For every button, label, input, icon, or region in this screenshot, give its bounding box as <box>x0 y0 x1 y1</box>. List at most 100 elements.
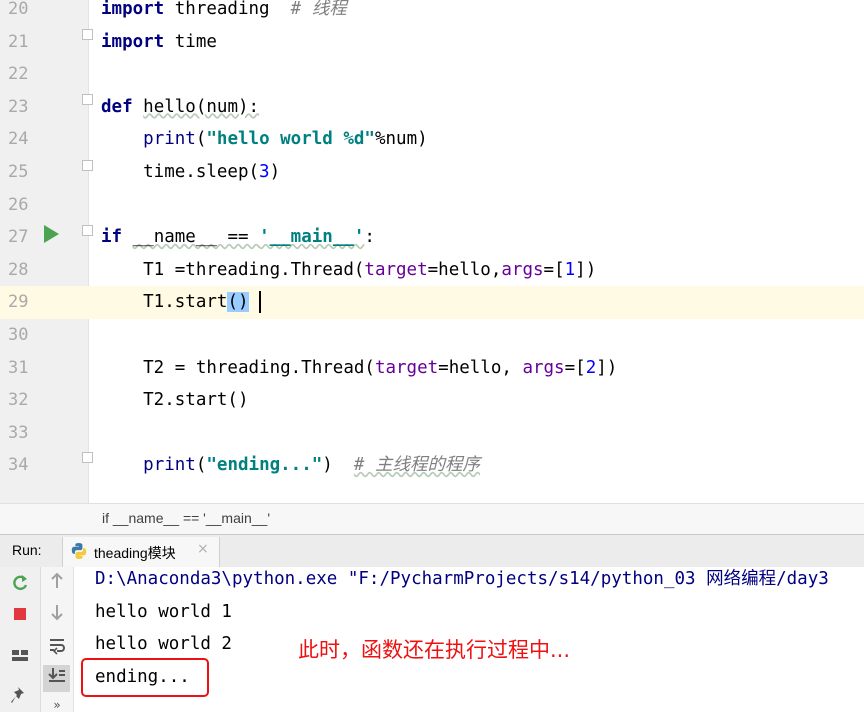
arrow-down-icon[interactable] <box>45 602 69 626</box>
code-token: ) <box>322 455 354 476</box>
code-text[interactable]: print("hello world %d"%num) <box>101 123 428 156</box>
code-line[interactable]: 34 print("ending...") # 主线程的程序 <box>0 449 864 482</box>
line-number: 24 <box>8 129 29 150</box>
code-token: =hello, <box>438 357 523 378</box>
code-token: T2 = threading.Thread( <box>101 357 375 378</box>
code-token: __name__ == <box>132 227 260 248</box>
stop-icon[interactable] <box>8 604 32 628</box>
code-token: ]) <box>575 259 597 280</box>
console-line: hello world 2 <box>95 634 232 655</box>
code-text[interactable]: def hello(num): <box>101 91 259 124</box>
fold-marker-icon[interactable] <box>82 452 93 463</box>
code-token: target <box>374 357 439 378</box>
layout-icon[interactable] <box>8 645 32 669</box>
line-number: 25 <box>8 162 29 182</box>
fold-marker-icon[interactable] <box>82 160 93 171</box>
line-number: 26 <box>8 194 29 215</box>
code-line[interactable]: 23 def hello(num): <box>0 91 864 124</box>
scroll-to-end-icon[interactable] <box>43 665 70 692</box>
code-token: # 线程 <box>290 0 347 19</box>
close-icon[interactable]: × <box>197 541 209 557</box>
arrow-up-icon[interactable] <box>45 571 69 595</box>
code-text[interactable]: T2.start() <box>101 384 249 417</box>
code-text[interactable]: if __name__ == '__main__': <box>101 221 375 254</box>
code-token: =[ <box>543 259 565 280</box>
code-line[interactable]: 33 <box>0 417 864 450</box>
line-number: 32 <box>8 390 29 411</box>
annotation-text: 此时，函数还在执行过程中... <box>298 638 571 662</box>
line-number: 27 <box>8 227 29 248</box>
run-label: Run: <box>12 542 42 558</box>
code-token: threading <box>164 0 291 19</box>
line-number: 20 <box>8 0 29 19</box>
code-line[interactable]: 25 time.sleep(3) <box>0 156 864 189</box>
code-token: # 主线程的程序 <box>353 455 480 476</box>
code-token: =[ <box>564 357 586 378</box>
code-line[interactable]: 29 T1.start() <box>0 286 864 319</box>
more-icon[interactable]: » <box>45 699 69 723</box>
code-line[interactable]: 21 import time <box>0 26 864 59</box>
code-token: T1 =threading.Thread( <box>101 259 365 280</box>
rerun-icon[interactable] <box>8 573 32 597</box>
code-token: def <box>101 96 133 117</box>
fold-marker-icon[interactable] <box>82 94 93 105</box>
code-token: T2.start() <box>101 390 249 411</box>
code-line[interactable]: 20 import threading # 线程 <box>0 0 864 26</box>
line-number: 33 <box>8 422 29 443</box>
breadcrumb-bar: if __name__ == '__main__' <box>0 503 864 534</box>
code-token: print <box>143 455 196 476</box>
code-token: 2 <box>585 357 597 378</box>
line-number: 22 <box>8 64 29 85</box>
code-line[interactable]: 31 T2 = threading.Thread(target=hello, a… <box>0 352 864 385</box>
console-command-line: D:\Anaconda3\python.exe "F:/PycharmProje… <box>95 569 829 589</box>
code-text[interactable]: import time <box>101 26 217 59</box>
code-token: '__main__' <box>259 227 365 248</box>
code-text[interactable]: T1 =threading.Thread(target=hello,args=[… <box>101 254 596 287</box>
code-line[interactable]: 27 if __name__ == '__main__': <box>0 221 864 254</box>
line-number: 30 <box>8 325 29 345</box>
code-text[interactable]: time.sleep(3) <box>101 156 280 189</box>
code-text[interactable]: T2 = threading.Thread(target=hello, args… <box>101 352 617 385</box>
code-text[interactable]: print("ending...") # 主线程的程序 <box>101 449 480 482</box>
code-token: ( <box>195 455 207 476</box>
code-token: "hello world %d" <box>206 129 375 150</box>
run-gutter-icon[interactable] <box>44 225 59 243</box>
code-line[interactable]: 22 <box>0 58 864 91</box>
code-token: import <box>101 0 165 19</box>
code-token: target <box>364 259 428 280</box>
code-token: ) <box>269 162 281 182</box>
code-token: : <box>364 227 375 248</box>
code-token: print <box>143 129 196 150</box>
line-number: 29 <box>8 292 29 313</box>
code-editor[interactable]: 20 import threading # 线程 21 import time 22 23… <box>0 0 864 503</box>
code-line[interactable]: 24 print("hello world %d"%num) <box>0 123 864 156</box>
code-token: args <box>501 259 544 280</box>
code-token: if <box>101 227 123 248</box>
line-number: 34 <box>8 455 29 476</box>
fold-marker-icon[interactable] <box>82 225 93 236</box>
code-token: time.sleep( <box>101 162 260 182</box>
code-line[interactable]: 26 <box>0 189 864 222</box>
code-token: hello(num): <box>143 96 260 117</box>
run-tab-label: theading模块 <box>94 545 176 561</box>
run-toolbar-secondary: » <box>41 567 74 712</box>
pin-icon[interactable] <box>8 685 32 709</box>
code-token: () <box>227 292 249 313</box>
code-line[interactable]: 28 T1 =threading.Thread(target=hello,arg… <box>0 254 864 287</box>
breadcrumb[interactable]: if __name__ == '__main__' <box>102 510 270 526</box>
code-line[interactable]: 32 T2.start() <box>0 384 864 417</box>
line-number: 21 <box>8 31 29 52</box>
code-text[interactable]: import threading # 线程 <box>101 0 347 26</box>
code-token: "ending..." <box>206 455 323 476</box>
fold-marker-icon[interactable] <box>82 29 93 40</box>
soft-wrap-icon[interactable] <box>45 635 69 659</box>
code-line[interactable]: 30 <box>0 319 864 352</box>
code-text[interactable]: T1.start() <box>101 286 261 319</box>
run-tab[interactable]: theading模块 × <box>62 537 220 567</box>
code-token: args <box>522 357 565 378</box>
run-panel-header: Run: theading模块 × <box>0 534 864 568</box>
